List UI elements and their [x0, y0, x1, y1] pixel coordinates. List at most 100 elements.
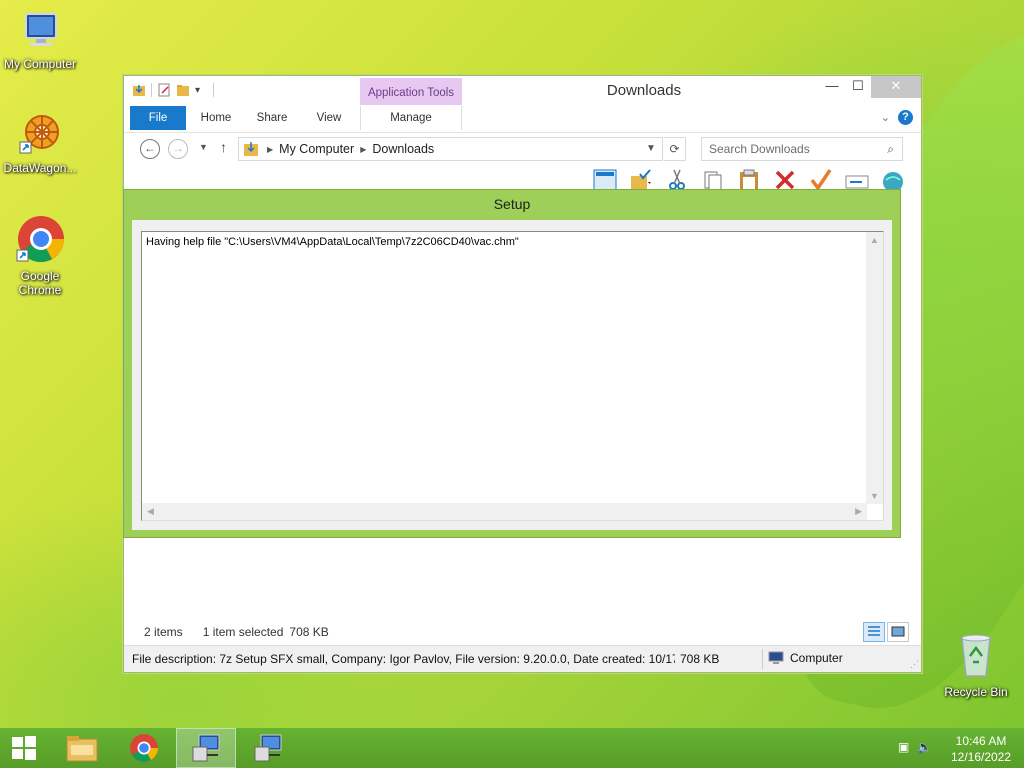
taskbar-clock[interactable]: 10:46 AM 12/16/2022 [944, 733, 1018, 765]
rename-icon[interactable] [844, 168, 870, 190]
details-bar: File description: 7z Setup SFX small, Co… [124, 645, 921, 672]
copy-icon[interactable] [700, 168, 726, 190]
tab-file[interactable]: File [130, 106, 186, 130]
datawagon-icon [19, 115, 59, 154]
desktop-icon-label: My Computer [3, 57, 77, 71]
desktop-icon-google-chrome[interactable]: Google Chrome [0, 214, 80, 297]
paste-icon[interactable] [736, 168, 762, 190]
folder-down-icon[interactable] [132, 83, 146, 97]
new-folder-icon[interactable] [176, 83, 190, 97]
file-size: 708 KB [680, 652, 720, 666]
search-input[interactable] [709, 139, 879, 159]
up-button[interactable]: ↑ [220, 139, 227, 155]
setup-dialog[interactable]: Setup Having help file "C:\Users\VM4\App… [123, 189, 901, 538]
dialog-title: Setup [493, 196, 531, 212]
network-icon[interactable]: ▣ [898, 740, 909, 754]
properties-icon[interactable] [157, 83, 171, 97]
cut-icon[interactable] [664, 168, 690, 190]
location-label: Computer [790, 651, 843, 665]
taskbar-setup-2[interactable] [238, 728, 298, 768]
address-bar[interactable]: ▶ My Computer ▶ Downloads [238, 137, 663, 161]
expand-ribbon-icon[interactable]: ⌄ [881, 111, 890, 124]
file-description: File description: 7z Setup SFX small, Co… [132, 652, 675, 666]
recent-locations-icon[interactable]: ▼ [199, 142, 208, 152]
ribbon-right-controls: ⌄ ? [881, 110, 913, 125]
details-view-button[interactable] [863, 622, 885, 642]
scroll-left-icon[interactable]: ◀ [147, 506, 154, 517]
windows-logo-icon [12, 736, 36, 760]
details-separator [762, 649, 763, 669]
selected-size: 708 KB [289, 625, 329, 639]
tab-manage[interactable]: Manage [360, 106, 462, 130]
scroll-down-icon[interactable]: ▼ [870, 491, 879, 501]
address-dropdown-icon[interactable]: ▼ [646, 143, 656, 154]
breadcrumb-chevron-icon[interactable]: ▶ [360, 145, 366, 154]
large-icons-view-icon [891, 626, 905, 637]
computer-icon [25, 13, 57, 46]
forward-button[interactable]: → [168, 139, 188, 159]
chrome-icon [16, 216, 64, 263]
checkmark-icon[interactable] [808, 168, 834, 190]
clock-date: 12/16/2022 [950, 750, 1012, 764]
horizontal-scrollbar[interactable]: ◀ ▶ [142, 503, 867, 520]
vertical-scrollbar[interactable]: ▲ ▼ [866, 232, 883, 504]
system-tray: ▣ 🔈 [898, 740, 932, 754]
desktop-icon-my-computer[interactable]: My Computer [0, 8, 80, 71]
chrome-icon [130, 734, 158, 762]
clock-time: 10:46 AM [955, 734, 1007, 748]
scroll-right-icon[interactable]: ▶ [855, 506, 862, 517]
desktop-icon-recycle-bin[interactable]: Recycle Bin [936, 630, 1016, 699]
close-button[interactable]: ✕ [871, 76, 921, 98]
folder-check-icon[interactable] [628, 168, 654, 190]
log-line: Having help file "C:\Users\VM4\AppData\L… [146, 236, 519, 248]
delete-icon[interactable] [772, 168, 798, 190]
taskbar-chrome[interactable] [114, 728, 174, 768]
desktop-icon-datawagon[interactable]: DataWagon... [0, 112, 80, 175]
file-explorer-icon [66, 736, 98, 762]
location-zone: Computer [768, 651, 843, 665]
minimize-button[interactable]: — [818, 76, 846, 98]
start-button[interactable] [0, 728, 48, 768]
setup-log-textbox[interactable]: Having help file "C:\Users\VM4\AppData\L… [141, 231, 884, 521]
dialog-body: Having help file "C:\Users\VM4\AppData\L… [132, 220, 892, 530]
application-tools-context-tab: Application Tools [360, 78, 462, 105]
help-icon[interactable]: ? [898, 110, 913, 125]
tab-view[interactable]: View [304, 106, 354, 130]
ribbon-tabs: File Home Share View Manage ⌄ ? [124, 106, 921, 130]
folder-down-icon [244, 142, 258, 156]
taskbar-file-explorer[interactable] [52, 728, 112, 768]
desktop-icon-label: DataWagon... [3, 161, 77, 175]
window-titlebar[interactable]: ▾ Application Tools Downloads — ☐ ✕ [124, 76, 921, 106]
taskbar: ▣ 🔈 10:46 AM 12/16/2022 [0, 728, 1024, 768]
desktop-icon-label: Google Chrome [18, 269, 62, 297]
taskbar-setup-1[interactable] [176, 728, 236, 768]
search-icon[interactable]: ⌕ [887, 142, 894, 157]
preview-pane-icon[interactable] [592, 168, 618, 190]
breadcrumb-my-computer[interactable]: My Computer [279, 142, 354, 156]
recycle-bin-icon [961, 634, 991, 677]
desktop-icon-label: Recycle Bin [944, 685, 1008, 699]
computer-icon [768, 651, 784, 664]
scroll-up-icon[interactable]: ▲ [870, 235, 879, 245]
large-icons-view-button[interactable] [887, 622, 909, 642]
tab-home[interactable]: Home [190, 106, 242, 130]
back-button[interactable]: ← [140, 139, 160, 159]
globe-icon[interactable] [880, 168, 906, 190]
window-title: Downloads [606, 82, 682, 99]
item-count: 2 items [144, 625, 183, 639]
view-switcher [863, 622, 909, 642]
status-bar: 2 items 1 item selected 708 KB [144, 625, 329, 639]
resize-grip-icon[interactable]: ⋰ [910, 659, 919, 670]
setup-installer-icon [254, 734, 282, 762]
tab-share[interactable]: Share [246, 106, 298, 130]
address-bar-row: ← → ▼ ↑ ▶ My Computer ▶ Downloads ▼ ⟳ ⌕ [124, 132, 921, 164]
details-view-icon [868, 626, 880, 636]
explorer-toolbar [592, 168, 906, 190]
maximize-button[interactable]: ☐ [844, 76, 872, 98]
search-box[interactable]: ⌕ [701, 137, 903, 161]
qat-dropdown-icon[interactable]: ▾ [195, 85, 200, 96]
volume-icon[interactable]: 🔈 [917, 740, 932, 754]
refresh-button[interactable]: ⟳ [664, 137, 686, 161]
breadcrumb-downloads[interactable]: Downloads [372, 142, 434, 156]
breadcrumb-chevron-icon[interactable]: ▶ [267, 145, 273, 154]
